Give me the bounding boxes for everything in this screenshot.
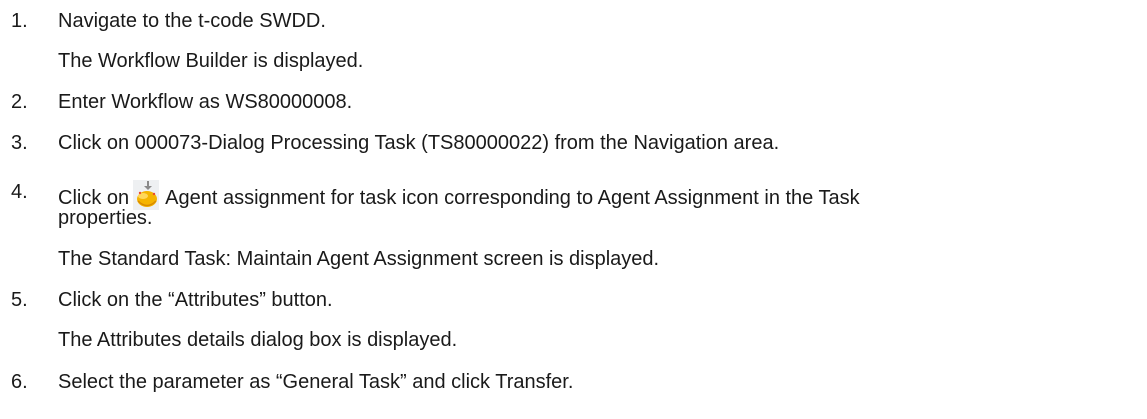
step-number: 1. [11,10,28,32]
step-text: Navigate to the t-code SWDD. [58,10,326,32]
instruction-steps: 1. Navigate to the t-code SWDD. The Work… [0,0,1147,419]
step-result-text: The Standard Task: Maintain Agent Assign… [58,248,660,270]
step-number: 2. [11,91,28,113]
step-text-continuation: properties. [58,207,153,229]
step-number: 4. [11,181,28,203]
step-number: 3. [11,132,28,154]
step-number: 6. [11,371,28,393]
step-text: Click on the “Attributes” button. [58,289,333,311]
step-text-after-icon: Agent assignment for task icon correspon… [165,187,860,209]
step-number: 5. [11,289,28,311]
step-text: Click on Agent assignment for task icon … [58,180,860,210]
step-result-text: The Workflow Builder is displayed. [58,50,364,72]
step-text: Select the parameter as “General Task” a… [58,371,574,393]
step-result-text: The Attributes details dialog box is dis… [58,329,458,351]
step-text: Click on 000073-Dialog Processing Task (… [58,132,780,154]
step-text: Enter Workflow as WS80000008. [58,91,353,113]
